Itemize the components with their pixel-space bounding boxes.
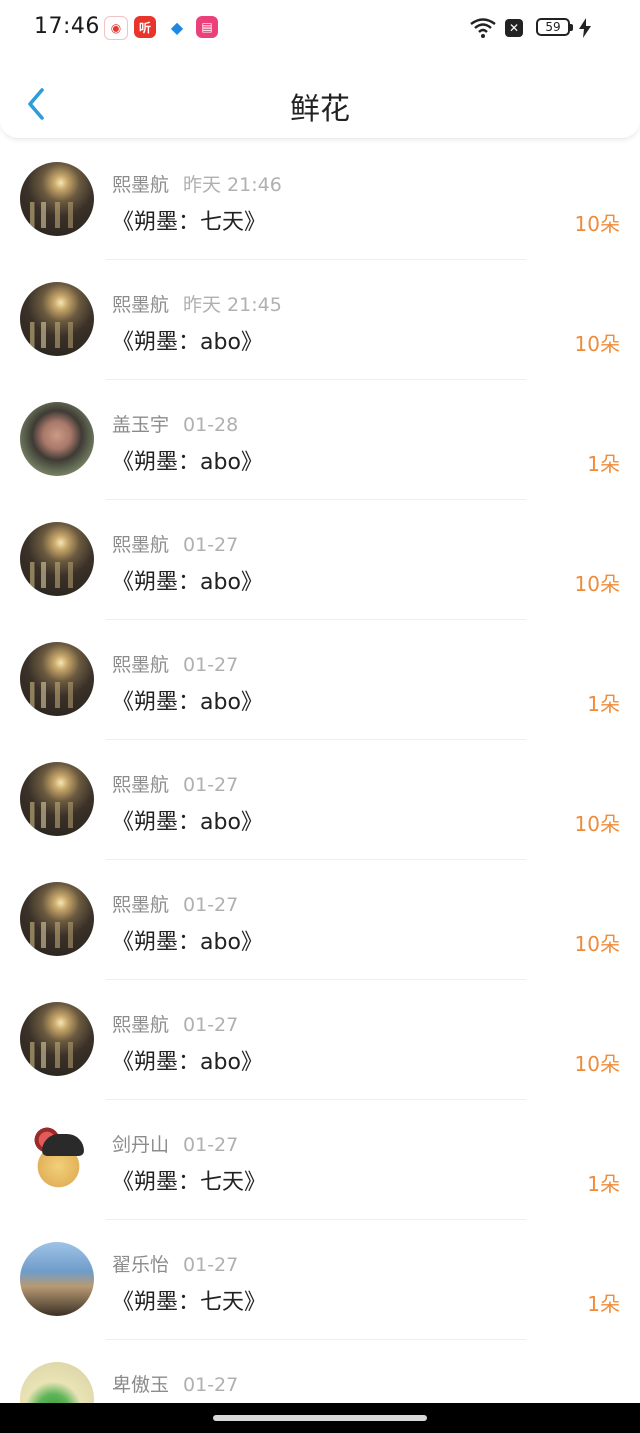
flower-list: 熙墨航 昨天 21:46 《朔墨：七天》 10朵 熙墨航 昨天 21:45 《朔墨：… [0,140,640,1403]
avatar[interactable] [20,1362,94,1403]
item-meta: 熙墨航 昨天 21:45 [112,290,282,317]
battery-tip [570,24,573,31]
avatar[interactable] [20,1122,94,1196]
item-date: 昨天 21:46 [183,174,282,196]
item-meta: 熙墨航 昨天 21:46 [112,170,282,197]
item-meta: 翟乐怡 01-27 [112,1250,238,1277]
item-date: 昨天 21:45 [183,294,282,316]
item-date: 01-27 [183,1254,239,1276]
list-item[interactable]: 熙墨航 01-27 《朔墨：abo》 1朵 [0,620,640,740]
avatar[interactable] [20,762,94,836]
list-item[interactable]: 熙墨航 01-27 《朔墨：abo》 10朵 [0,740,640,860]
baidu-icon: ◉ [104,16,128,40]
avatar[interactable] [20,882,94,956]
flower-count: 10朵 [574,572,620,596]
avatar[interactable] [20,282,94,356]
item-meta: 熙墨航 01-27 [112,650,238,677]
flower-count: 1朵 [587,692,620,716]
item-date: 01-27 [183,894,239,916]
avatar[interactable] [20,1002,94,1076]
book-title: 《朔墨：abo》 [112,930,263,955]
list-item[interactable]: 卑傲玉 01-27 [0,1340,640,1403]
list-item[interactable]: 盖玉宇 01-28 《朔墨：abo》 1朵 [0,380,640,500]
list-item[interactable]: 剑丹山 01-27 《朔墨：七天》 1朵 [0,1100,640,1220]
book-title: 《朔墨：abo》 [112,570,263,595]
avatar[interactable] [20,1242,94,1316]
flower-count: 10朵 [574,212,620,236]
flower-count: 10朵 [574,332,620,356]
book-title: 《朔墨：abo》 [112,1050,263,1075]
bird-icon: ◆ [166,16,188,38]
book-title: 《朔墨：七天》 [112,1170,267,1195]
user-name: 剑丹山 [112,1134,170,1156]
flower-count: 10朵 [574,812,620,836]
item-meta: 熙墨航 01-27 [112,1010,238,1037]
app-pink-icon: ▤ [196,16,218,38]
no-sim-icon: ✕ [505,19,523,37]
flower-count: 1朵 [587,452,620,476]
battery-icon: 59 [536,18,570,36]
wifi-icon [470,18,496,38]
item-meta: 卑傲玉 01-27 [112,1370,238,1397]
book-title: 《朔墨：七天》 [112,210,267,235]
user-name: 熙墨航 [112,174,170,196]
item-meta: 熙墨航 01-27 [112,770,238,797]
item-meta: 熙墨航 01-27 [112,890,238,917]
item-date: 01-27 [183,1374,239,1396]
user-name: 盖玉宇 [112,414,170,436]
flower-count: 10朵 [574,932,620,956]
app-header: 鲜花 [0,58,640,139]
list-item[interactable]: 翟乐怡 01-27 《朔墨：七天》 1朵 [0,1220,640,1340]
item-date: 01-27 [183,534,239,556]
book-title: 《朔墨：abo》 [112,810,263,835]
list-item[interactable]: 熙墨航 昨天 21:45 《朔墨：abo》 10朵 [0,260,640,380]
list-item[interactable]: 熙墨航 01-27 《朔墨：abo》 10朵 [0,980,640,1100]
system-nav-bar [0,1403,640,1433]
item-date: 01-27 [183,654,239,676]
book-title: 《朔墨：七天》 [112,1290,267,1315]
ting-icon: 听 [134,16,156,38]
avatar[interactable] [20,642,94,716]
avatar[interactable] [20,162,94,236]
avatar[interactable] [20,402,94,476]
book-title: 《朔墨：abo》 [112,450,263,475]
user-name: 熙墨航 [112,534,170,556]
book-title: 《朔墨：abo》 [112,330,263,355]
list-item[interactable]: 熙墨航 01-27 《朔墨：abo》 10朵 [0,860,640,980]
user-name: 熙墨航 [112,1014,170,1036]
item-meta: 盖玉宇 01-28 [112,410,238,437]
status-bar: 17:46 ◉ 听 ◆ ▤ ✕ 59 [0,0,640,58]
status-time: 17:46 [34,14,100,39]
user-name: 熙墨航 [112,294,170,316]
avatar[interactable] [20,522,94,596]
item-date: 01-27 [183,1134,239,1156]
item-date: 01-27 [183,1014,239,1036]
book-title: 《朔墨：abo》 [112,690,263,715]
page-title: 鲜花 [290,92,350,127]
list-item[interactable]: 熙墨航 昨天 21:46 《朔墨：七天》 10朵 [0,140,640,260]
item-meta: 熙墨航 01-27 [112,530,238,557]
user-name: 熙墨航 [112,654,170,676]
item-date: 01-28 [183,414,239,436]
flower-count: 10朵 [574,1052,620,1076]
user-name: 熙墨航 [112,894,170,916]
flower-count: 1朵 [587,1172,620,1196]
list-item[interactable]: 熙墨航 01-27 《朔墨：abo》 10朵 [0,500,640,620]
item-date: 01-27 [183,774,239,796]
item-meta: 剑丹山 01-27 [112,1130,238,1157]
flower-count: 1朵 [587,1292,620,1316]
user-name: 卑傲玉 [112,1374,170,1396]
charging-icon [579,18,591,38]
user-name: 翟乐怡 [112,1254,170,1276]
user-name: 熙墨航 [112,774,170,796]
home-indicator[interactable] [213,1415,427,1421]
